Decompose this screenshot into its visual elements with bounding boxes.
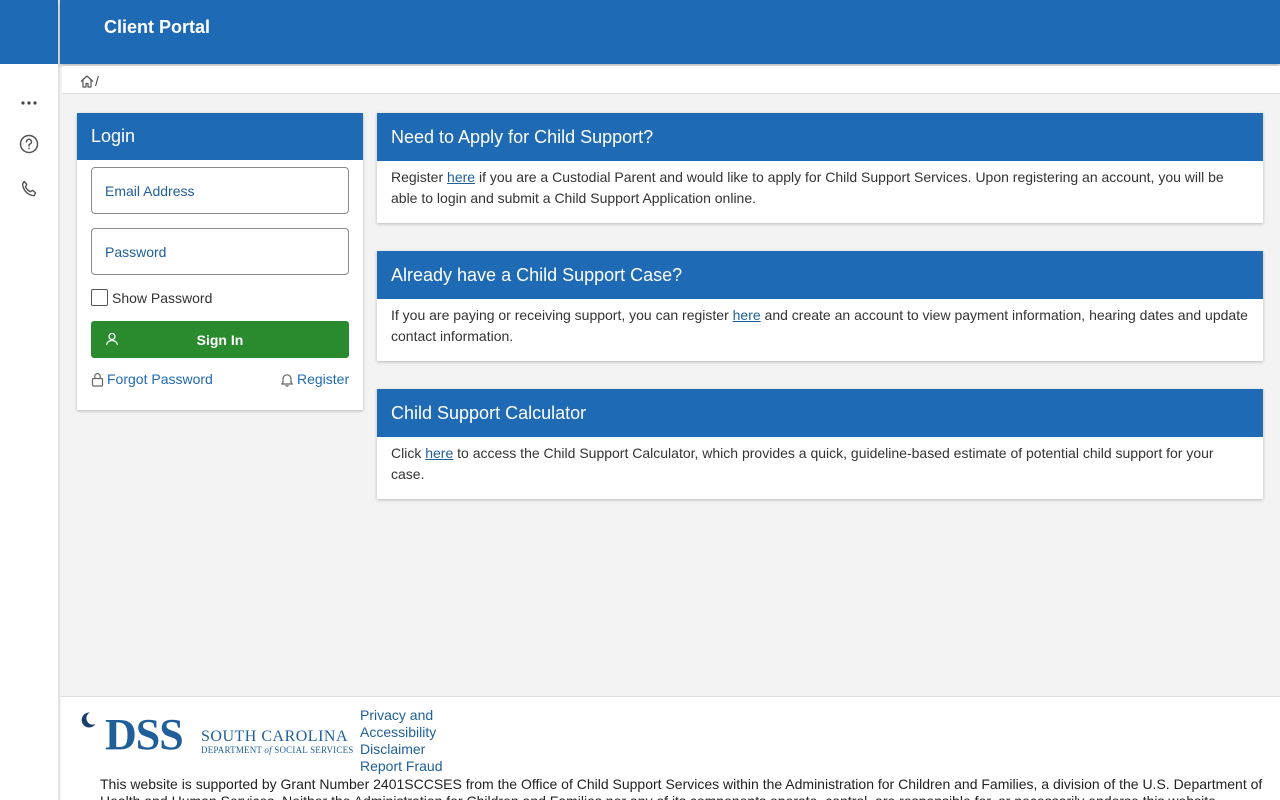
- password-field[interactable]: [91, 228, 349, 275]
- card-body: If you are paying or receiving support, …: [377, 299, 1263, 347]
- card-title: Need to Apply for Child Support?: [377, 113, 1263, 161]
- lock-icon: [91, 372, 104, 387]
- show-password-toggle[interactable]: Show Password: [91, 289, 212, 306]
- privacy-link[interactable]: Privacy and: [360, 707, 442, 724]
- home-icon[interactable]: [80, 75, 94, 93]
- card-text: If you are paying or receiving support, …: [391, 307, 733, 323]
- app-title: Client Portal: [104, 17, 211, 37]
- email-input[interactable]: [92, 168, 348, 213]
- login-card: Login Show Password Sign In Forgot Passw…: [77, 113, 363, 410]
- show-password-checkbox[interactable]: [91, 289, 108, 306]
- bell-icon: [281, 373, 293, 387]
- phone-icon[interactable]: [14, 174, 44, 204]
- sidebar: [0, 0, 60, 800]
- logo-department-text: DEPARTMENT of SOCIAL SERVICES: [201, 745, 354, 755]
- card-text: Register: [391, 169, 448, 185]
- card-title: Already have a Child Support Case?: [377, 251, 1263, 299]
- card-body: Register here if you are a Custodial Par…: [377, 161, 1263, 209]
- apply-here-link[interactable]: here: [447, 169, 475, 185]
- accessibility-link[interactable]: Accessibility: [360, 724, 442, 741]
- card-text: to access the Child Support Calculator, …: [391, 445, 1214, 482]
- email-field[interactable]: [91, 167, 349, 214]
- forgot-password-link[interactable]: Forgot Password: [91, 371, 213, 387]
- register-link[interactable]: Register: [280, 371, 349, 387]
- card-text: if you are a Custodial Parent and would …: [391, 169, 1224, 206]
- crescent-moon-icon: [81, 712, 96, 728]
- breadcrumb: /: [62, 66, 1280, 94]
- breadcrumb-separator: /: [95, 73, 99, 89]
- top-header: Client Portal: [60, 0, 1280, 64]
- user-icon: [105, 332, 119, 349]
- register-label: Register: [297, 371, 350, 387]
- calculator-card: Child Support Calculator Click here to a…: [377, 389, 1263, 499]
- footer: DSS SOUTH CAROLINA DEPARTMENT of SOCIAL …: [61, 696, 1280, 800]
- grant-notice: This website is supported by Grant Numbe…: [100, 776, 1263, 800]
- sign-in-button[interactable]: Sign In: [91, 321, 349, 358]
- show-password-label: Show Password: [112, 289, 213, 306]
- sign-in-label: Sign In: [196, 331, 244, 348]
- dss-logo[interactable]: DSS SOUTH CAROLINA DEPARTMENT of SOCIAL …: [79, 710, 357, 759]
- logo-state-text: SOUTH CAROLINA: [201, 728, 348, 745]
- help-icon[interactable]: [14, 129, 44, 159]
- forgot-password-label: Forgot Password: [107, 371, 213, 387]
- logo-dss-text: DSS: [105, 710, 184, 759]
- calculator-here-link[interactable]: here: [425, 445, 453, 461]
- password-input[interactable]: [92, 229, 348, 274]
- disclaimer-link[interactable]: Disclaimer: [360, 741, 442, 758]
- card-body: Click here to access the Child Support C…: [377, 437, 1263, 485]
- card-title: Child Support Calculator: [377, 389, 1263, 437]
- card-text: Click: [391, 445, 426, 461]
- footer-links: Privacy and Accessibility Disclaimer Rep…: [360, 707, 442, 775]
- apply-card: Need to Apply for Child Support? Registe…: [377, 113, 1263, 223]
- sidebar-header: [0, 0, 58, 64]
- login-title: Login: [77, 113, 363, 160]
- register-here-link[interactable]: here: [733, 307, 761, 323]
- existing-case-card: Already have a Child Support Case? If yo…: [377, 251, 1263, 361]
- more-icon[interactable]: [14, 88, 44, 118]
- report-fraud-link[interactable]: Report Fraud: [360, 758, 442, 775]
